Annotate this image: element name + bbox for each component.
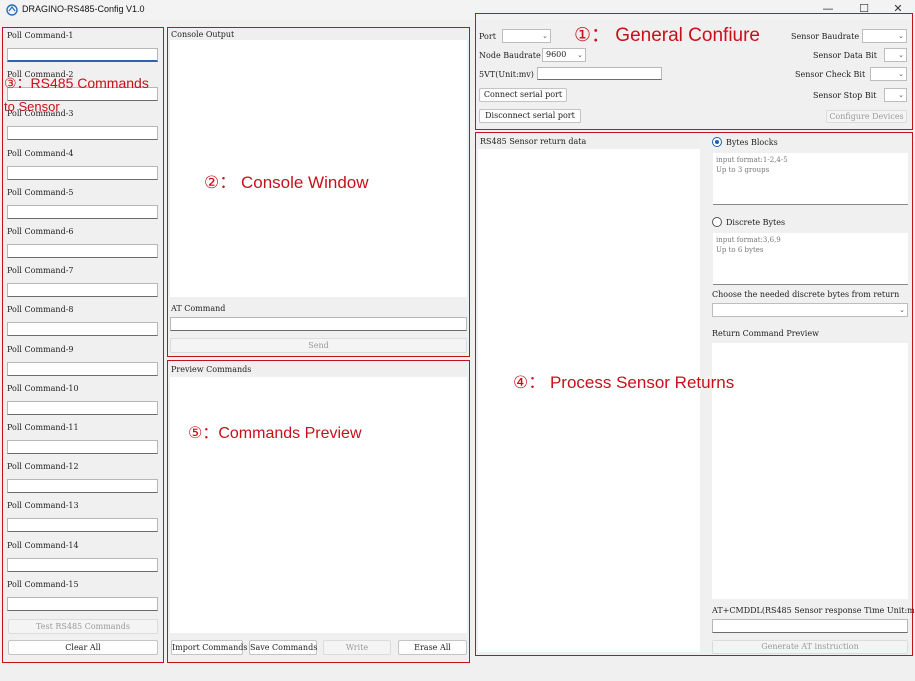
- annotation-process-returns: ④： Process Sensor Returns: [513, 373, 735, 392]
- bytes-blocks-label: Bytes Blocks: [726, 138, 778, 147]
- annotation-commands-preview: ⑤：Commands Preview: [188, 425, 362, 442]
- discrete-bytes-select[interactable]: ⌄: [712, 303, 908, 317]
- chevron-down-icon: ⌄: [898, 91, 904, 99]
- annotation-rs485-to-sensor: to Sensor: [4, 99, 60, 114]
- poll-command-input[interactable]: [7, 283, 158, 298]
- bytes-blocks-radio[interactable]: [712, 137, 722, 147]
- poll-command-input[interactable]: [7, 557, 158, 572]
- annotation-general-config: ①： General Confiure: [574, 25, 761, 46]
- chevron-down-icon: ⌄: [899, 306, 905, 314]
- sensor-baudrate-select[interactable]: ⌄: [862, 29, 907, 43]
- bytes-blocks-hint-2: Up to 3 groups: [716, 166, 770, 174]
- poll-command-input[interactable]: [7, 126, 158, 141]
- node-baudrate-label: Node Baudrate: [479, 51, 541, 60]
- poll-command-label: Poll Command-8: [7, 305, 74, 315]
- sensor-check-bit-select[interactable]: ⌄: [870, 67, 907, 81]
- radio-selected-dot: [715, 140, 719, 144]
- poll-command-label: Poll Command-1: [7, 31, 74, 40]
- poll-command-label: Poll Command-11: [7, 423, 79, 432]
- connect-serial-port-button[interactable]: Connect serial port: [479, 88, 567, 102]
- poll-command-input[interactable]: [7, 479, 158, 494]
- poll-command-input[interactable]: [7, 165, 158, 180]
- write-button[interactable]: Write: [323, 640, 391, 655]
- sensor-return-data-title: RS485 Sensor return data: [478, 136, 700, 147]
- chevron-down-icon: ⌄: [542, 32, 548, 40]
- poll-command-label: Poll Command-14: [7, 540, 79, 550]
- poll-command-input[interactable]: [7, 440, 158, 454]
- poll-command-input[interactable]: [7, 596, 158, 611]
- discrete-bytes-label: Discrete Bytes: [726, 218, 786, 227]
- cmddl-label: AT+CMDDL(RS485 Sensor response Time Unit…: [712, 606, 915, 615]
- preview-commands-area[interactable]: [170, 377, 467, 633]
- sensor-check-bit-label: Sensor Check Bit: [795, 70, 866, 79]
- sensor-data-bit-label: Sensor Data Bit: [813, 51, 878, 60]
- send-button[interactable]: Send: [170, 338, 467, 353]
- return-command-preview-area[interactable]: [712, 343, 908, 599]
- generate-at-instruction-button[interactable]: Generate AT instruction: [712, 640, 908, 654]
- poll-command-label: Poll Command-7: [7, 266, 74, 276]
- sensor-return-data-area[interactable]: [478, 149, 700, 652]
- poll-command-input[interactable]: [7, 322, 158, 337]
- port-label: Port: [479, 32, 496, 41]
- discrete-bytes-radio[interactable]: [712, 217, 722, 227]
- return-command-preview-label: Return Command Preview: [712, 329, 819, 338]
- test-rs485-commands-button[interactable]: Test RS485 Commands: [8, 619, 158, 634]
- clear-all-button[interactable]: Clear All: [8, 640, 158, 655]
- bytes-blocks-hint-1: input format:1-2,4-5: [716, 156, 788, 164]
- poll-command-input[interactable]: [7, 204, 158, 219]
- preview-commands-title: Preview Commands: [169, 364, 467, 375]
- poll-command-label: Poll Command-13: [7, 501, 79, 511]
- discrete-bytes-input[interactable]: input format:3,6,9 Up to 6 bytes: [713, 233, 908, 285]
- svt-input[interactable]: [537, 67, 662, 80]
- bytes-blocks-input[interactable]: input format:1-2,4-5 Up to 3 groups: [713, 153, 908, 205]
- configure-devices-button[interactable]: Configure Devices: [826, 110, 907, 123]
- at-command-label: AT Command: [171, 304, 226, 313]
- window-title: DRAGINO-RS485-Config V1.0: [22, 4, 145, 14]
- poll-command-input[interactable]: [7, 361, 158, 376]
- poll-command-input[interactable]: [7, 400, 158, 415]
- discrete-bytes-hint-2: Up to 6 bytes: [716, 246, 764, 254]
- import-commands-button[interactable]: Import Commands: [171, 640, 248, 655]
- sensor-stop-bit-select[interactable]: ⌄: [884, 88, 907, 102]
- at-command-input[interactable]: [170, 317, 467, 331]
- choose-discrete-bytes-label: Choose the needed discrete bytes from re…: [712, 290, 900, 299]
- sensor-baudrate-label: Sensor Baudrate: [791, 32, 860, 41]
- chevron-down-icon: ⌄: [898, 32, 904, 40]
- annotation-console-window: ②： Console Window: [204, 173, 369, 192]
- sensor-stop-bit-label: Sensor Stop Bit: [813, 91, 877, 100]
- node-baudrate-value: 9600: [546, 50, 567, 59]
- app-logo-icon: [6, 4, 18, 16]
- cmddl-input[interactable]: [712, 619, 908, 633]
- poll-command-input[interactable]: [7, 48, 158, 62]
- poll-command-label: Poll Command-15: [7, 579, 79, 589]
- chevron-down-icon: ⌄: [577, 51, 583, 59]
- node-baudrate-select[interactable]: 9600 ⌄: [542, 48, 586, 62]
- poll-command-label: Poll Command-9: [7, 344, 74, 354]
- poll-command-label: Poll Command-10: [7, 383, 79, 393]
- poll-command-input[interactable]: [7, 518, 158, 533]
- poll-command-label: Poll Command-12: [7, 462, 79, 472]
- port-select[interactable]: ⌄: [502, 29, 551, 43]
- chevron-down-icon: ⌄: [898, 51, 904, 59]
- console-output-title: Console Output: [169, 29, 467, 40]
- svt-label: 5VT(Unit:mv): [479, 70, 534, 79]
- poll-command-label: Poll Command-4: [7, 148, 74, 158]
- chevron-down-icon: ⌄: [898, 70, 904, 78]
- poll-command-label: Poll Command-5: [7, 187, 74, 197]
- save-commands-button[interactable]: Save Commands: [249, 640, 317, 655]
- poll-command-input[interactable]: [7, 244, 158, 258]
- discrete-bytes-hint-1: input format:3,6,9: [716, 236, 781, 244]
- annotation-rs485-commands: ③：RS485 Commands: [4, 75, 149, 91]
- erase-all-button[interactable]: Erase All: [398, 640, 467, 655]
- poll-command-label: Poll Command-6: [7, 227, 74, 236]
- sensor-data-bit-select[interactable]: ⌄: [884, 48, 907, 62]
- disconnect-serial-port-button[interactable]: Disconnect serial port: [479, 109, 581, 123]
